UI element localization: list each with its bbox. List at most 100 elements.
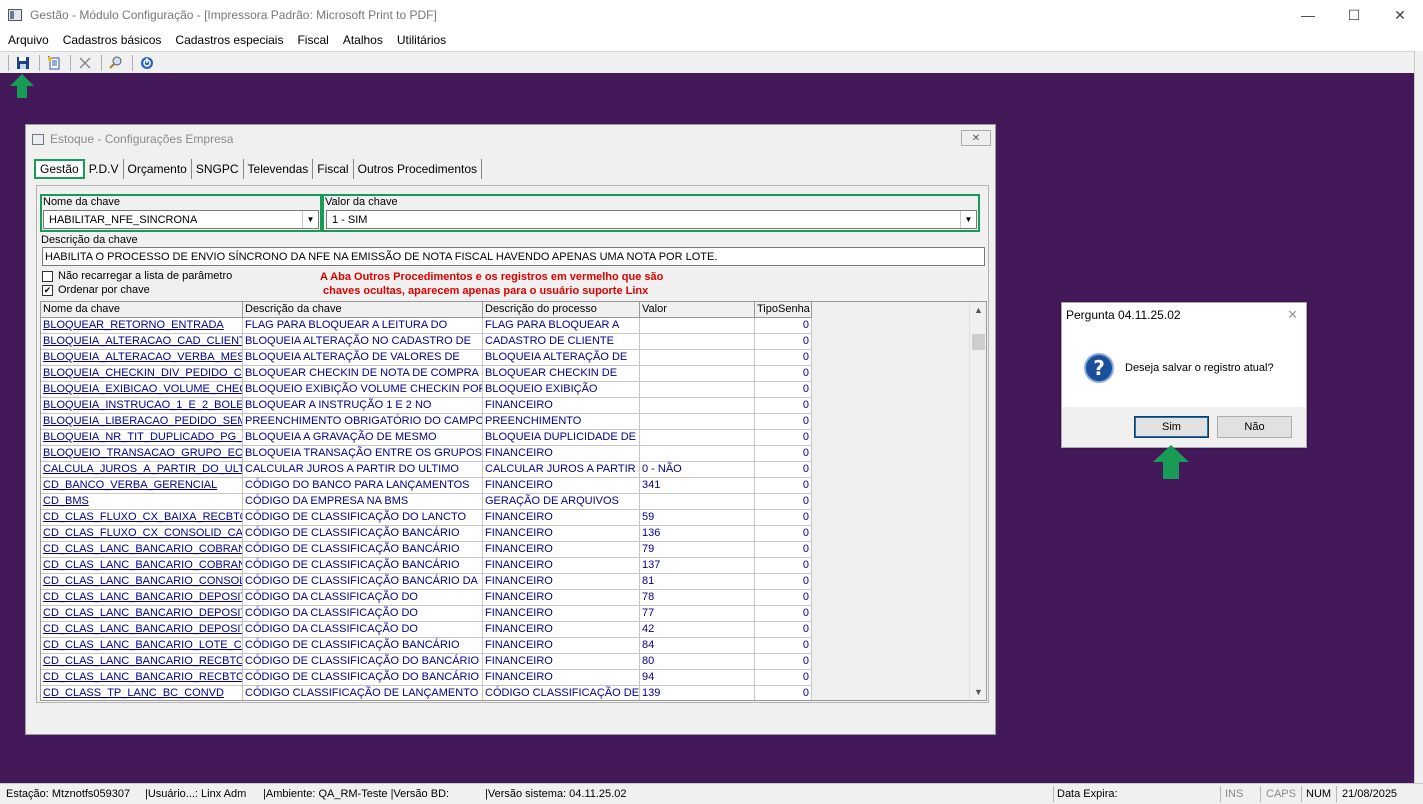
cell-key-desc[interactable]: FLAG PARA BLOQUEAR A LEITURA DO <box>243 318 483 334</box>
cell-password-type[interactable]: 0 <box>755 478 812 494</box>
cell-password-type[interactable]: 0 <box>755 638 812 654</box>
cell-process-desc[interactable]: CALCULAR JUROS A PARTIR <box>483 462 640 478</box>
table-row[interactable]: CD_CLAS_LANC_BANCARIO_LOTE_CHEQUECÓDIGO … <box>41 638 812 654</box>
cell-key-name[interactable]: BLOQUEAR_RETORNO_ENTRADA <box>41 318 243 334</box>
cell-process-desc[interactable]: FINANCEIRO <box>483 654 640 670</box>
cell-process-desc[interactable]: BLOQUEIA ALTERAÇÃO DE <box>483 350 640 366</box>
cell-process-desc[interactable]: FINANCEIRO <box>483 558 640 574</box>
cell-password-type[interactable]: 0 <box>755 366 812 382</box>
table-row[interactable]: BLOQUEIA_CHECKIN_DIV_PEDIDO_COMPRABLOQUE… <box>41 366 812 382</box>
menu-cadastros-basicos[interactable]: Cadastros básicos <box>63 33 162 47</box>
cell-value[interactable] <box>640 350 755 366</box>
cell-value[interactable] <box>640 494 755 510</box>
table-row[interactable]: CALCULA_JUROS_A_PARTIR_DO_ULTIMOCALCULAR… <box>41 462 812 478</box>
cell-password-type[interactable]: 0 <box>755 334 812 350</box>
no-reload-checkbox[interactable]: Não recarregar a lista de parâmetro <box>42 270 232 282</box>
table-row[interactable]: BLOQUEAR_RETORNO_ENTRADA FLAG PARA BLOQUE… <box>41 318 812 334</box>
cell-value[interactable]: 341 <box>640 478 755 494</box>
new-button[interactable] <box>43 53 65 73</box>
delete-button[interactable] <box>74 53 96 73</box>
cell-process-desc[interactable]: FINANCEIRO <box>483 398 640 414</box>
cell-key-name[interactable]: BLOQUEIA_ALTERACAO_VERBA_MES <box>41 350 243 366</box>
cell-key-name[interactable]: CD_CLAS_LANC_BANCARIO_DEPOSITO_3 <box>41 622 243 638</box>
tab-pdv[interactable]: P.D.V <box>85 159 124 179</box>
cell-key-name[interactable]: BLOQUEIA_EXIBICAO_VOLUME_CHECKIN <box>41 382 243 398</box>
cell-key-name[interactable]: CD_CLAS_LANC_BANCARIO_COBRANCA <box>41 542 243 558</box>
cell-value[interactable]: 139 <box>640 686 755 700</box>
menu-atalhos[interactable]: Atalhos <box>343 33 383 47</box>
chevron-up-icon[interactable]: ▲ <box>970 302 986 318</box>
cell-key-desc[interactable]: CÓDIGO DE CLASSIFICAÇÃO BANCÁRIO <box>243 526 483 542</box>
cell-key-name[interactable]: CD_CLASS_TP_LANC_BC_CONVD <box>41 686 243 700</box>
cell-value[interactable] <box>640 430 755 446</box>
cell-process-desc[interactable]: PREENCHIMENTO <box>483 414 640 430</box>
cell-value[interactable] <box>640 446 755 462</box>
cell-key-name[interactable]: BLOQUEIA_NR_TIT_DUPLICADO_PG_REC <box>41 430 243 446</box>
cell-process-desc[interactable]: GERAÇÃO DE ARQUIVOS <box>483 494 640 510</box>
cell-key-desc[interactable]: BLOQUEAR A INSTRUÇÃO 1 E 2 NO <box>243 398 483 414</box>
cell-process-desc[interactable]: CADASTRO DE CLIENTE <box>483 334 640 350</box>
table-row[interactable]: BLOQUEIA_EXIBICAO_VOLUME_CHECKIN BLOQUEIO… <box>41 382 812 398</box>
confirm-close-button[interactable]: ✕ <box>1287 307 1298 323</box>
cell-password-type[interactable]: 0 <box>755 670 812 686</box>
table-row[interactable]: CD_CLASS_TP_LANC_BC_CONVD CÓDIGO CLASSIFI… <box>41 686 812 700</box>
cell-process-desc[interactable]: BLOQUEIO EXIBIÇÃO <box>483 382 640 398</box>
tab-outros-procedimentos[interactable]: Outros Procedimentos <box>354 159 482 179</box>
table-row[interactable]: BLOQUEIO_TRANSACAO_GRUPO_ECONOMICOBLOQUE… <box>41 446 812 462</box>
cell-process-desc[interactable]: FINANCEIRO <box>483 510 640 526</box>
cell-process-desc[interactable]: FINANCEIRO <box>483 542 640 558</box>
cell-key-desc[interactable]: CÓDIGO DA CLASSIFICAÇÃO DO <box>243 590 483 606</box>
menu-cadastros-especiais[interactable]: Cadastros especiais <box>175 33 283 47</box>
search-button[interactable] <box>105 53 127 73</box>
cell-value[interactable]: 0 - NÃO <box>640 462 755 478</box>
cell-process-desc[interactable]: BLOQUEIA DUPLICIDADE DE <box>483 430 640 446</box>
cell-password-type[interactable]: 0 <box>755 606 812 622</box>
cell-password-type[interactable]: 0 <box>755 526 812 542</box>
cell-process-desc[interactable]: CÓDIGO CLASSIFICAÇÃO DE <box>483 686 640 700</box>
cell-value[interactable] <box>640 414 755 430</box>
table-row[interactable]: CD_CLAS_LANC_BANCARIO_RECBTO_1 CÓDIGO DE … <box>41 654 812 670</box>
menu-arquivo[interactable]: Arquivo <box>8 33 49 47</box>
cell-key-name[interactable]: CD_CLAS_LANC_BANCARIO_DEPOSITO_2 <box>41 606 243 622</box>
cell-password-type[interactable]: 0 <box>755 686 812 700</box>
exit-button[interactable] <box>136 53 158 73</box>
cell-key-name[interactable]: CD_CLAS_LANC_BANCARIO_CONSOLIDADO <box>41 574 243 590</box>
keys-grid[interactable]: Nome da chave Descrição da chave Descriç… <box>40 301 987 701</box>
cell-key-desc[interactable]: BLOQUEIA TRANSAÇÃO ENTRE OS GRUPOS <box>243 446 483 462</box>
cell-password-type[interactable]: 0 <box>755 446 812 462</box>
col-header-process-desc[interactable]: Descrição do processo <box>483 302 640 318</box>
table-row[interactable]: CD_CLAS_FLUXO_CX_CONSOLID_CAIXA CÓDIGO DE… <box>41 526 812 542</box>
menu-utilitarios[interactable]: Utilitários <box>397 33 446 47</box>
cell-password-type[interactable]: 0 <box>755 350 812 366</box>
cell-key-name[interactable]: BLOQUEIA_ALTERACAO_CAD_CLIENTE <box>41 334 243 350</box>
cell-key-desc[interactable]: CÓDIGO DA EMPRESA NA BMS <box>243 494 483 510</box>
table-row[interactable]: CD_CLAS_LANC_BANCARIO_DEPOSITO_3CÓDIGO D… <box>41 622 812 638</box>
order-by-key-checkbox[interactable]: ✔ Ordenar por chave <box>42 284 150 296</box>
col-header-key-desc[interactable]: Descrição da chave <box>243 302 483 318</box>
cell-process-desc[interactable]: FINANCEIRO <box>483 638 640 654</box>
cell-process-desc[interactable]: FLAG PARA BLOQUEAR A <box>483 318 640 334</box>
col-header-key-name[interactable]: Nome da chave <box>41 302 243 318</box>
chevron-down-icon[interactable]: ▼ <box>302 211 318 228</box>
tab-sngpc[interactable]: SNGPC <box>192 159 244 179</box>
cell-password-type[interactable]: 0 <box>755 462 812 478</box>
cell-key-desc[interactable]: CÓDIGO CLASSIFICAÇÃO DE LANÇAMENTO <box>243 686 483 700</box>
yes-button[interactable]: Sim <box>1134 416 1209 438</box>
table-row[interactable]: BLOQUEIA_NR_TIT_DUPLICADO_PG_REC BLOQUEIA… <box>41 430 812 446</box>
cell-value[interactable]: 77 <box>640 606 755 622</box>
cell-key-desc[interactable]: CALCULAR JUROS A PARTIR DO ULTIMO <box>243 462 483 478</box>
table-row[interactable]: BLOQUEIA_INSTRUCAO_1_E_2_BOLETO BLOQUEAR … <box>41 398 812 414</box>
table-row[interactable]: CD_CLAS_LANC_BANCARIO_CONSOLIDADOCÓDIGO … <box>41 574 812 590</box>
scrollbar-thumb[interactable] <box>972 334 985 350</box>
col-header-password-type[interactable]: TipoSenha <box>755 302 812 318</box>
cell-value[interactable]: 94 <box>640 670 755 686</box>
cell-key-desc[interactable]: CÓDIGO DA CLASSIFICAÇÃO DO <box>243 622 483 638</box>
table-row[interactable]: CD_CLAS_FLUXO_CX_BAIXA_RECBTO CÓDIGO DE C… <box>41 510 812 526</box>
maximize-button[interactable]: ☐ <box>1331 0 1377 30</box>
cell-key-desc[interactable]: CÓDIGO DE CLASSIFICAÇÃO BANCÁRIO <box>243 638 483 654</box>
cell-process-desc[interactable]: FINANCEIRO <box>483 526 640 542</box>
cell-value[interactable]: 84 <box>640 638 755 654</box>
checkbox-unchecked[interactable] <box>42 270 53 282</box>
table-row[interactable]: CD_CLAS_LANC_BANCARIO_COBRANCA CÓDIGO DE … <box>41 542 812 558</box>
cell-value[interactable]: 42 <box>640 622 755 638</box>
